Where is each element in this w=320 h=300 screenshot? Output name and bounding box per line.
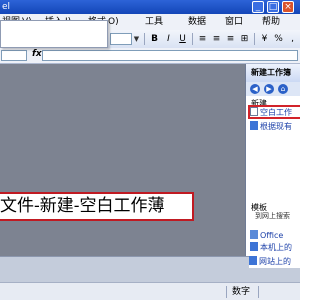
menu-data[interactable]: 数据 xyxy=(188,14,206,30)
instruction-caption: 文件-新建-空白工作薄 xyxy=(0,192,194,221)
task-pane-header: 新建工作簿 xyxy=(246,64,300,83)
status-bar: 数字 xyxy=(0,282,300,300)
template-office-label: Office xyxy=(260,231,284,240)
blank-workbook-link[interactable]: 空白工作 xyxy=(250,107,292,119)
local-templates-icon xyxy=(250,242,258,251)
back-icon[interactable]: ◀ xyxy=(250,84,260,94)
menu-window[interactable]: 窗口 xyxy=(225,14,243,30)
blank-workbook-label: 空白工作 xyxy=(260,108,292,117)
italic-icon[interactable]: I xyxy=(162,33,175,45)
workbook-area xyxy=(0,64,244,256)
toolbar-separator xyxy=(192,33,193,45)
percent-icon[interactable]: % xyxy=(272,33,285,45)
website-templates-icon xyxy=(249,256,257,265)
minimize-button[interactable]: _ xyxy=(252,1,264,13)
task-pane: 新建工作簿 ◀ ▶ ⌂ 新建 空白工作 根据现有 模板 到网上搜索 Office… xyxy=(245,64,300,256)
template-local-link[interactable]: 本机上的 xyxy=(250,242,292,254)
formula-input[interactable] xyxy=(42,50,298,61)
menu-format-shortcut[interactable]: O) xyxy=(108,14,119,30)
template-website-label: 网站上的 xyxy=(259,257,291,266)
fx-icon[interactable]: fx xyxy=(32,49,42,59)
currency-icon[interactable]: ¥ xyxy=(258,33,271,45)
toolbar-separator xyxy=(254,33,255,45)
formula-bar: fx xyxy=(0,48,300,64)
template-office-link[interactable]: Office xyxy=(250,230,283,242)
dropdown-menu xyxy=(0,20,108,48)
office-online-icon xyxy=(250,230,258,239)
document-icon xyxy=(250,107,258,116)
align-center-icon[interactable]: ≡ xyxy=(210,33,223,45)
template-local-label: 本机上的 xyxy=(260,243,292,252)
name-box[interactable] xyxy=(1,50,27,61)
merge-center-icon[interactable]: ⊞ xyxy=(238,33,251,45)
font-size-combo[interactable] xyxy=(110,33,132,45)
from-existing-link[interactable]: 根据现有 xyxy=(250,121,292,133)
underline-icon[interactable]: U xyxy=(176,33,189,45)
toolbar-separator xyxy=(144,33,145,45)
title-bar: el _ □ × xyxy=(0,0,300,14)
font-size-dropdown-icon[interactable]: ▼ xyxy=(132,33,141,45)
maximize-button[interactable]: □ xyxy=(267,1,279,13)
close-button[interactable]: × xyxy=(282,1,294,13)
menu-help[interactable]: 帮助 xyxy=(262,14,280,30)
search-online-label: 到网上搜索 xyxy=(255,212,290,220)
forward-icon[interactable]: ▶ xyxy=(264,84,274,94)
task-pane-nav: ◀ ▶ ⌂ xyxy=(246,82,300,96)
align-left-icon[interactable]: ≡ xyxy=(196,33,209,45)
menu-tools[interactable]: 工具 xyxy=(145,14,163,30)
workbook-icon xyxy=(250,121,258,130)
status-divider xyxy=(226,286,227,298)
excel-window: el _ □ × 视图 V) 插入 I) 格式 O) 工具 数据 窗口 帮助 ▼… xyxy=(0,0,300,300)
comma-icon[interactable]: , xyxy=(286,33,299,45)
home-icon[interactable]: ⌂ xyxy=(278,84,288,94)
from-existing-label: 根据现有 xyxy=(260,122,292,131)
bold-icon[interactable]: B xyxy=(148,33,161,45)
align-right-icon[interactable]: ≡ xyxy=(224,33,237,45)
template-website-link[interactable]: 网站上的 xyxy=(249,256,300,268)
window-title: el xyxy=(2,2,11,12)
status-num-lock: 数字 xyxy=(232,287,251,297)
task-pane-title: 新建工作簿 xyxy=(251,68,291,77)
status-divider xyxy=(258,286,259,298)
